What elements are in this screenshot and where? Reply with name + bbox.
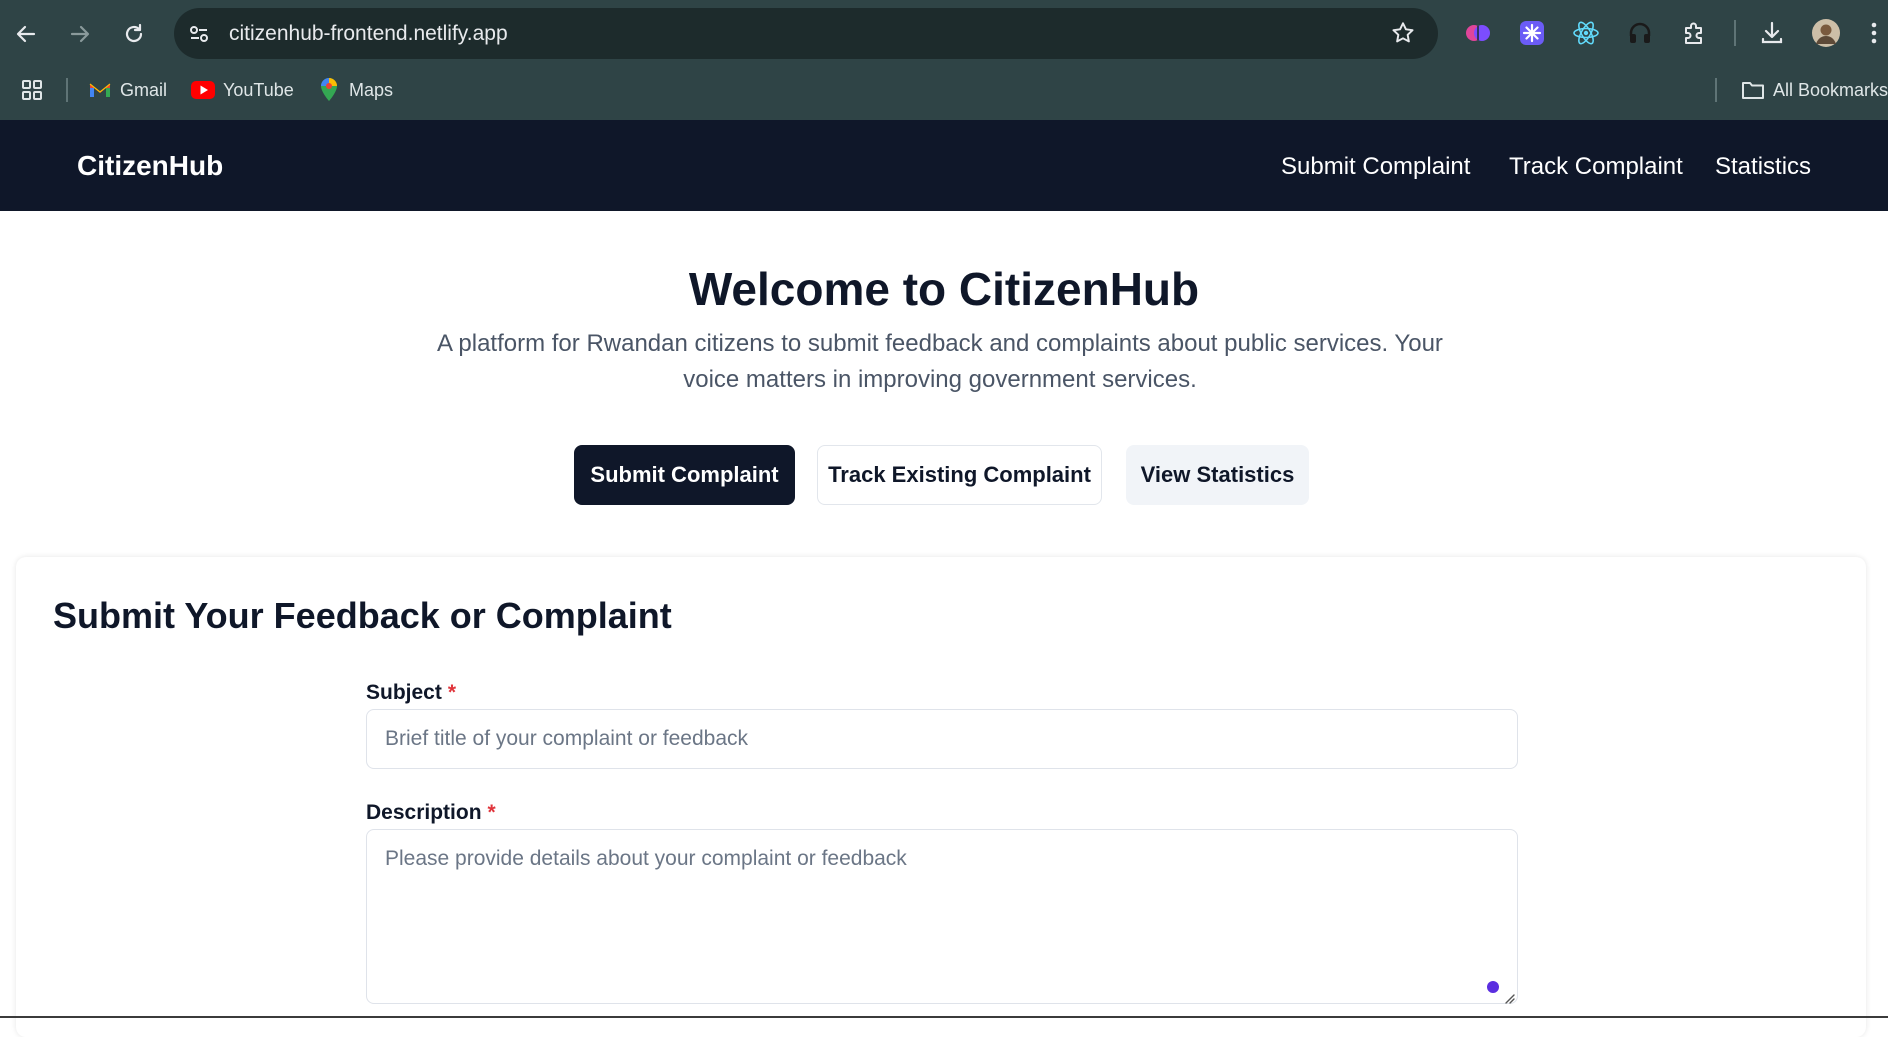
bookmark-label: Gmail: [120, 79, 168, 100]
submit-complaint-button[interactable]: Submit Complaint: [574, 445, 795, 505]
extensions-puzzle-icon[interactable]: [1677, 16, 1711, 50]
subject-label-text: Subject: [366, 681, 442, 704]
bookmarks-right-divider: [1715, 78, 1717, 102]
bookmark-maps[interactable]: Maps: [317, 78, 393, 102]
bookmark-gmail[interactable]: Gmail: [88, 78, 167, 102]
brain-extension-icon[interactable]: [1461, 16, 1495, 50]
back-button[interactable]: [8, 16, 44, 52]
brand-logo[interactable]: CitizenHub: [77, 150, 223, 182]
track-existing-complaint-button[interactable]: Track Existing Complaint: [817, 445, 1102, 505]
youtube-icon: [191, 78, 215, 102]
gmail-icon: [88, 78, 112, 102]
forward-button[interactable]: [62, 16, 98, 52]
profile-avatar[interactable]: [1809, 16, 1843, 50]
apps-grid-icon[interactable]: [20, 78, 44, 102]
url-text[interactable]: citizenhub-frontend.netlify.app: [229, 22, 508, 46]
required-marker: *: [487, 801, 496, 824]
grammar-assistant-dot-icon[interactable]: [1487, 981, 1499, 993]
page-subtitle: A platform for Rwandan citizens to submi…: [437, 330, 1443, 393]
maps-icon: [317, 78, 341, 102]
form-title: Submit Your Feedback or Complaint: [53, 595, 672, 636]
browser-toolbar: citizenhub-frontend.netlify.app Gmail Yo…: [0, 0, 1888, 120]
description-textarea[interactable]: Please provide details about your compla…: [366, 829, 1518, 1004]
sparkle-extension-icon[interactable]: [1515, 16, 1549, 50]
all-bookmarks-label: All Bookmarks: [1773, 79, 1888, 100]
description-label-text: Description: [366, 801, 482, 824]
download-icon[interactable]: [1755, 16, 1789, 50]
bookmark-star-icon[interactable]: [1390, 20, 1416, 51]
site-info-icon[interactable]: [186, 21, 212, 47]
page-title: Welcome to CitizenHub: [688, 263, 1200, 315]
nav-track-complaint[interactable]: Track Complaint: [1509, 153, 1683, 181]
toolbar-divider: [1734, 20, 1736, 46]
chrome-menu-icon[interactable]: [1860, 16, 1888, 50]
address-bar[interactable]: citizenhub-frontend.netlify.app: [174, 8, 1438, 59]
nav-statistics[interactable]: Statistics: [1715, 153, 1811, 181]
react-devtools-icon[interactable]: [1569, 16, 1603, 50]
description-label: Description *: [366, 801, 496, 825]
required-marker: *: [447, 681, 457, 704]
headphones-extension-icon[interactable]: [1623, 16, 1657, 50]
subject-label: Subject *: [366, 681, 456, 705]
reload-button[interactable]: [116, 16, 152, 52]
folder-icon: [1741, 78, 1765, 102]
app-header: CitizenHub Submit Complaint Track Compla…: [0, 120, 1888, 211]
nav-submit-complaint[interactable]: Submit Complaint: [1281, 153, 1470, 181]
all-bookmarks-button[interactable]: All Bookmarks: [1741, 78, 1888, 102]
bookmark-label: Maps: [349, 79, 394, 100]
resize-handle-icon[interactable]: [1503, 991, 1515, 1009]
bookmark-youtube[interactable]: YouTube: [191, 78, 294, 102]
view-statistics-button[interactable]: View Statistics: [1126, 445, 1309, 505]
bookmark-label: YouTube: [223, 79, 294, 100]
subject-input[interactable]: Brief title of your complaint or feedbac…: [366, 709, 1518, 769]
bookmarks-divider: [66, 78, 68, 102]
